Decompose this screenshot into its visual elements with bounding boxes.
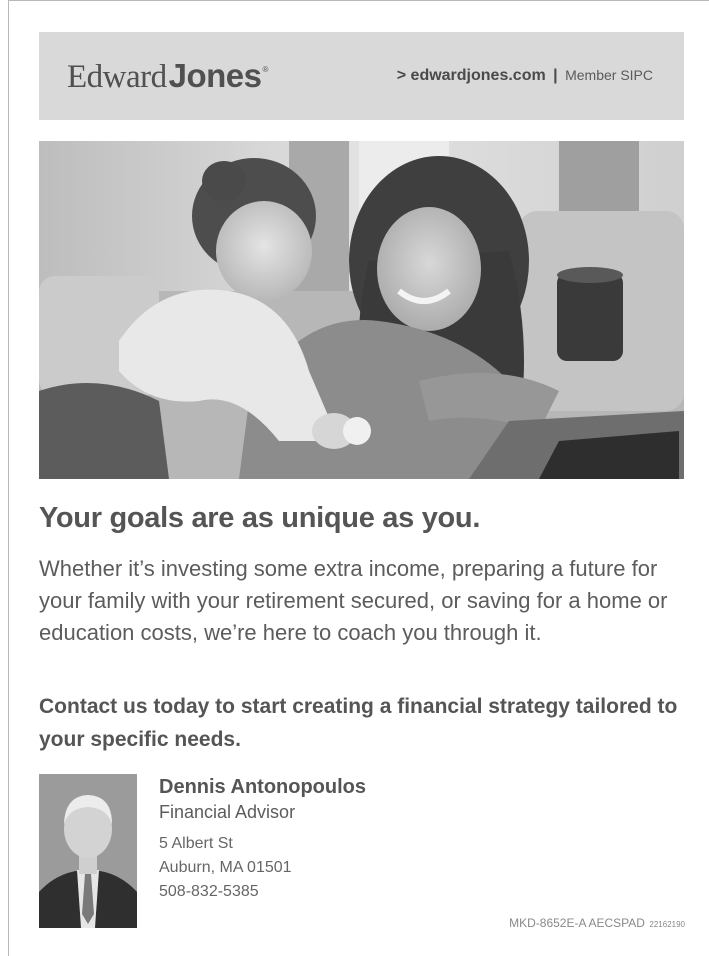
logo-edward-text: Edward (67, 59, 167, 95)
member-sipc-text: Member SIPC (565, 67, 653, 83)
advisor-info: Dennis Antonopoulos Financial Advisor 5 … (159, 774, 479, 904)
advisor-phone[interactable]: 508-832-5385 (159, 880, 479, 904)
header-separator: | (553, 67, 558, 84)
advisor-photo (39, 774, 137, 928)
edward-jones-logo: EdwardJones® (67, 56, 268, 96)
call-to-action: Contact us today to start creating a fin… (39, 695, 678, 751)
ad-code-small: 22162190 (649, 920, 685, 929)
website-link[interactable]: > edwardjones.com (397, 67, 546, 84)
body-paragraph: Whether it’s investing some extra income… (39, 556, 668, 645)
header-band: EdwardJones® > edwardjones.com | Member … (39, 32, 684, 120)
advisor-address-line2: Auburn, MA 01501 (159, 859, 292, 876)
header-link-group: > edwardjones.com | Member SIPC (397, 67, 653, 85)
frame-left-border (8, 0, 9, 956)
ad-code: MKD-8652E-A AECSPAD 22162190 (509, 914, 685, 932)
headline: Your goals are as unique as you. (39, 502, 481, 534)
advisor-name: Dennis Antonopoulos (159, 776, 367, 798)
ad-code-main: MKD-8652E-A AECSPAD (509, 916, 645, 930)
hero-photo (39, 141, 684, 479)
logo-registered-mark: ® (262, 65, 269, 74)
advisor-title: Financial Advisor (159, 802, 296, 822)
frame-top-border (8, 0, 709, 1)
logo-jones-text: Jones (168, 57, 262, 94)
advisor-address-line1: 5 Albert St (159, 835, 233, 852)
